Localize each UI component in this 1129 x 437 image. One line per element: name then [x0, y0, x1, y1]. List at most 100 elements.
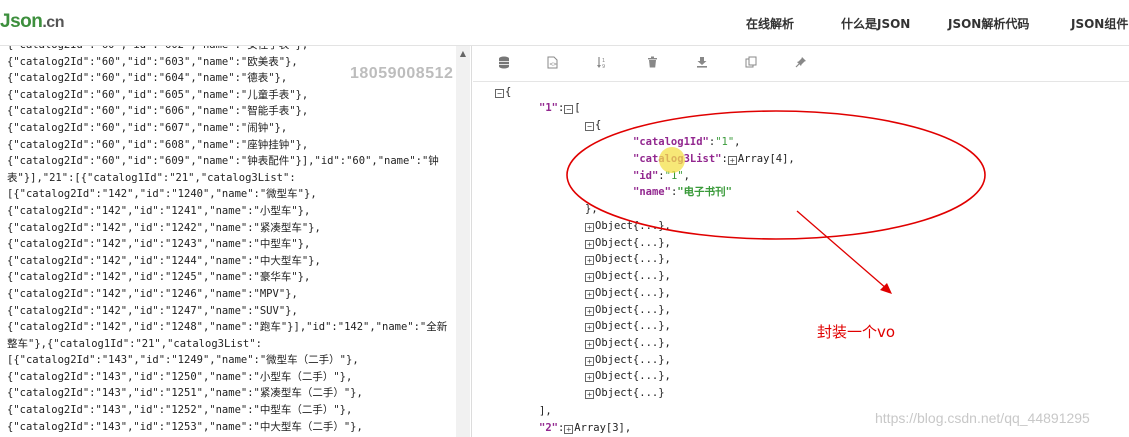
collapsed-object-label: Object{...}	[595, 336, 665, 349]
raw-json-line: {"catalog2Id":"60","id":"608","name":"座钟…	[7, 138, 309, 151]
collapse-icon[interactable]	[794, 56, 808, 70]
expand-toggle-icon[interactable]: +	[585, 323, 594, 333]
collapsed-object-label: Object{...}	[595, 353, 665, 366]
comma: ,	[664, 220, 671, 232]
raw-json-line: {"catalog2Id":"143","id":"1252","name":"…	[7, 404, 353, 417]
raw-json-line: {"catalog2Id":"143","id":"1253","name":"…	[7, 420, 363, 433]
collapsed-object-label: Object{...}	[595, 286, 665, 299]
collapsed-object-label: Object{...}	[595, 387, 665, 399]
tree-collapsed-object: + Object{...},	[585, 368, 671, 385]
tree-collapsed-object: + Object{...},	[585, 352, 671, 369]
tree-key-2: "2": + Array[3],	[539, 422, 632, 434]
scroll-down-arrow-icon[interactable]	[456, 427, 470, 437]
raw-json-line: [{"catalog2Id":"142","id":"1240","name":…	[7, 188, 317, 201]
collapse-toggle-icon[interactable]: −	[585, 122, 594, 131]
tree-collapsed-object: + Object{...},	[585, 302, 671, 319]
file-code-icon[interactable]: <>	[545, 56, 559, 70]
raw-json-text[interactable]: {"catalog2Id":"60","id":"602","name":"女性…	[7, 46, 447, 435]
comma: ,	[664, 236, 671, 249]
expand-toggle-icon[interactable]: +	[585, 339, 594, 349]
tree-collapsed-object: + Object{...},	[585, 318, 671, 335]
tree-collapsed-object: + Object{...},	[585, 285, 671, 302]
expand-toggle-icon[interactable]: +	[585, 256, 594, 266]
comma: ,	[664, 270, 671, 283]
tree-prop-id: "id":"1",	[633, 170, 690, 182]
scroll-up-arrow-icon[interactable]: ▲	[456, 49, 470, 59]
nav-online-parse[interactable]: 在线解析	[746, 15, 794, 32]
raw-json-line: {"catalog2Id":"60","id":"602","name":"女性…	[7, 46, 447, 54]
collapsed-object-label: Object{...}	[595, 236, 665, 249]
expand-toggle-icon[interactable]: +	[727, 156, 737, 165]
database-icon[interactable]	[497, 56, 511, 70]
expand-toggle-icon[interactable]: +	[585, 390, 594, 399]
tree-array-close: ],	[539, 405, 552, 417]
tree-prop-catalog3list: "catalog3List": + Array[4],	[633, 153, 795, 165]
collapsed-object-label: Object{...}	[595, 370, 665, 383]
comma: ,	[664, 303, 671, 316]
raw-json-editor[interactable]: {"catalog2Id":"60","id":"602","name":"女性…	[0, 46, 472, 437]
svg-text:9: 9	[602, 64, 605, 69]
expand-toggle-icon[interactable]: +	[585, 273, 594, 283]
download-icon[interactable]	[695, 56, 709, 70]
tree-root: −{	[495, 84, 511, 101]
tree-collapsed-object: + Object{...},	[585, 268, 671, 285]
tree-collapsed-object: + Object{...}	[585, 385, 665, 402]
expand-toggle-icon[interactable]: +	[585, 239, 594, 249]
tree-key-1: "1": −[	[539, 102, 581, 114]
collapsed-object-label: Object{...}	[595, 270, 665, 283]
comma: ,	[664, 253, 671, 266]
expand-toggle-icon[interactable]: +	[585, 306, 594, 316]
raw-json-line: [{"catalog2Id":"143","id":"1249","name":…	[7, 354, 359, 367]
tree-object-open: −{	[585, 117, 601, 134]
comma: ,	[664, 286, 671, 299]
collapsed-object-label: Object{...}	[595, 253, 665, 266]
raw-json-line: {"catalog2Id":"60","id":"606","name":"智能…	[7, 105, 309, 118]
editor-scrollbar[interactable]: ▲	[456, 46, 470, 437]
raw-json-line: 表"}],"21":[{"catalog1Id":"21","catalog3L…	[7, 171, 296, 184]
raw-json-line: {"catalog2Id":"143","id":"1251","name":"…	[7, 387, 363, 400]
raw-json-line: {"catalog2Id":"142","id":"1246","name":"…	[7, 287, 298, 300]
raw-json-line: {"catalog2Id":"142","id":"1241","name":"…	[7, 204, 311, 217]
comma: ,	[664, 353, 671, 366]
tree-collapsed-object: + Object{...},	[585, 251, 671, 268]
collapsed-object-label: Object{...}	[595, 303, 665, 316]
tree-collapsed-object: + Object{...},	[585, 235, 671, 252]
raw-json-line: {"catalog2Id":"60","id":"609","name":"钟表…	[7, 155, 439, 168]
copy-icon[interactable]	[744, 56, 758, 70]
comma: ,	[664, 370, 671, 383]
expand-toggle-icon[interactable]: +	[585, 223, 594, 232]
raw-json-line: {"catalog2Id":"60","id":"605","name":"儿童…	[7, 88, 309, 101]
raw-json-line: {"catalog2Id":"142","id":"1248","name":"…	[7, 321, 448, 334]
nav-json-code[interactable]: JSON解析代码	[948, 15, 1029, 32]
expand-toggle-icon[interactable]: +	[585, 373, 594, 383]
expand-toggle-icon[interactable]: +	[564, 425, 574, 434]
top-bar: Json.cn 在线解析 什么是JSON JSON解析代码 JSON组件	[0, 0, 1129, 46]
collapse-toggle-icon[interactable]: −	[495, 89, 504, 98]
svg-text:<>: <>	[549, 61, 557, 68]
comma: ,	[664, 320, 671, 333]
tree-object-close: },	[585, 203, 598, 215]
comma: ,	[664, 336, 671, 349]
tree-prop-catalog1id: "catalog1Id":"1",	[633, 136, 741, 148]
sort-icon[interactable]: 19	[595, 56, 609, 70]
json-tree-viewer: <> 19 −{ "1": −[ −{ "catalog1Id":"1", "c…	[473, 46, 1129, 437]
json-tree: −{ "1": −[ −{ "catalog1Id":"1", "catalog3…	[473, 82, 1129, 437]
raw-json-line: {"catalog2Id":"142","id":"1243","name":"…	[7, 238, 311, 251]
expand-toggle-icon[interactable]: +	[585, 289, 594, 299]
tree-collapsed-object: + Object{...},	[585, 335, 671, 352]
site-logo[interactable]: Json.cn	[0, 11, 64, 33]
tree-prop-name: "name":"电子书刊"	[633, 186, 732, 198]
collapsed-object-label: Object{...}	[595, 320, 665, 333]
raw-json-line: {"catalog2Id":"142","id":"1244","name":"…	[7, 254, 321, 267]
collapse-toggle-icon[interactable]: −	[564, 105, 574, 114]
nav-what-is-json[interactable]: 什么是JSON	[841, 15, 910, 32]
tree-toolbar: <> 19	[473, 46, 1129, 82]
raw-json-line: {"catalog2Id":"142","id":"1242","name":"…	[7, 221, 321, 234]
logo-main: Json	[0, 11, 43, 32]
tree-collapsed-object: + Object{...},	[585, 218, 671, 235]
raw-json-line: 整车"},{"catalog1Id":"21","catalog3List":	[7, 337, 262, 350]
expand-toggle-icon[interactable]: +	[585, 356, 594, 366]
trash-icon[interactable]	[645, 56, 659, 70]
nav-json-components[interactable]: JSON组件	[1071, 15, 1128, 32]
raw-json-line: {"catalog2Id":"60","id":"607","name":"闹钟…	[7, 121, 288, 134]
